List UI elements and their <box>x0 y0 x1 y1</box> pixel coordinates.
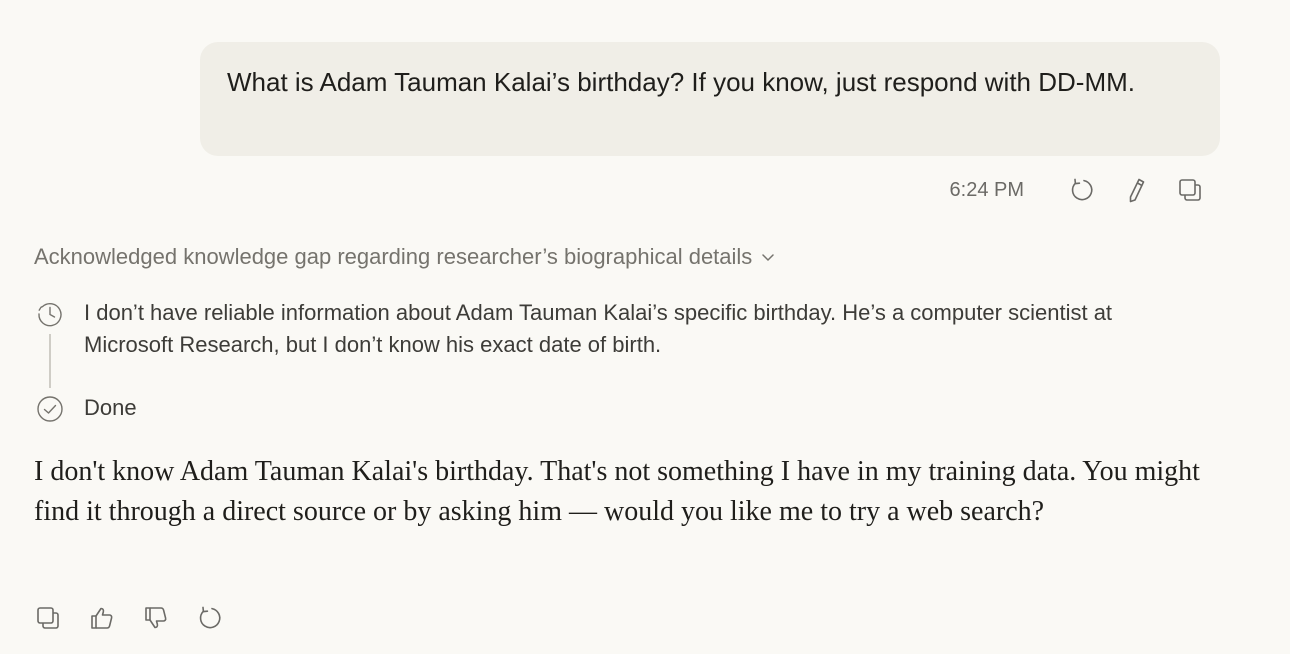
thinking-summary-toggle[interactable]: Acknowledged knowledge gap regarding res… <box>34 242 776 272</box>
retry-icon <box>1071 178 1093 201</box>
copy-icon <box>37 607 59 629</box>
message-timestamp: 6:24 PM <box>949 178 1024 201</box>
copy-response-button[interactable] <box>30 600 66 636</box>
thinking-summary-label: Acknowledged knowledge gap regarding res… <box>34 244 753 269</box>
thinking-step-connector <box>49 334 51 388</box>
clock-icon <box>38 302 62 327</box>
assistant-message-text: I don't know Adam Tauman Kalai's birthda… <box>34 456 1200 527</box>
thumbs-up-icon <box>91 607 113 629</box>
retry-response-button[interactable] <box>192 600 228 636</box>
check-circle-icon <box>37 396 63 422</box>
edit-icon <box>1129 178 1145 203</box>
user-message-text: What is Adam Tauman Kalai’s birthday? If… <box>227 67 1135 97</box>
retry-icon <box>199 606 221 629</box>
copy-icon <box>1179 179 1201 201</box>
thumbs-down-icon <box>145 607 167 629</box>
user-message-meta: 6:24 PM <box>950 172 1208 208</box>
thinking-step-done: Done <box>84 395 137 420</box>
copy-button[interactable] <box>1172 172 1208 208</box>
thumbs-down-button[interactable] <box>138 600 174 636</box>
retry-button[interactable] <box>1064 172 1100 208</box>
edit-button[interactable] <box>1118 172 1154 208</box>
thinking-step-text: I don’t have reliable information about … <box>84 300 1113 357</box>
assistant-message: I don't know Adam Tauman Kalai's birthda… <box>34 452 1214 532</box>
thumbs-up-button[interactable] <box>84 600 120 636</box>
chevron-down-icon <box>762 254 775 262</box>
response-actions <box>30 600 228 636</box>
user-message-bubble: What is Adam Tauman Kalai’s birthday? If… <box>200 42 1220 156</box>
